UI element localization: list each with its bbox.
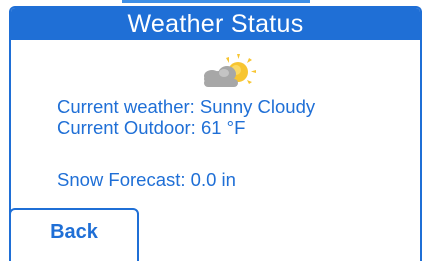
current-outdoor-temperature-text: Current Outdoor: 61 °F <box>57 117 246 138</box>
current-weather-text: Current weather: Sunny Cloudy <box>57 96 316 117</box>
back-button-label: Back <box>50 221 98 243</box>
snow-forecast-text: Snow Forecast: 0.0 in <box>57 169 236 190</box>
weather-status-screen: Weather Status Current weather: Sunny Cl… <box>0 0 433 261</box>
top-tab-indicator <box>122 0 310 3</box>
page-title: Weather Status <box>11 8 420 40</box>
sunny-cloudy-icon <box>204 54 256 87</box>
back-button[interactable]: Back <box>9 208 139 261</box>
